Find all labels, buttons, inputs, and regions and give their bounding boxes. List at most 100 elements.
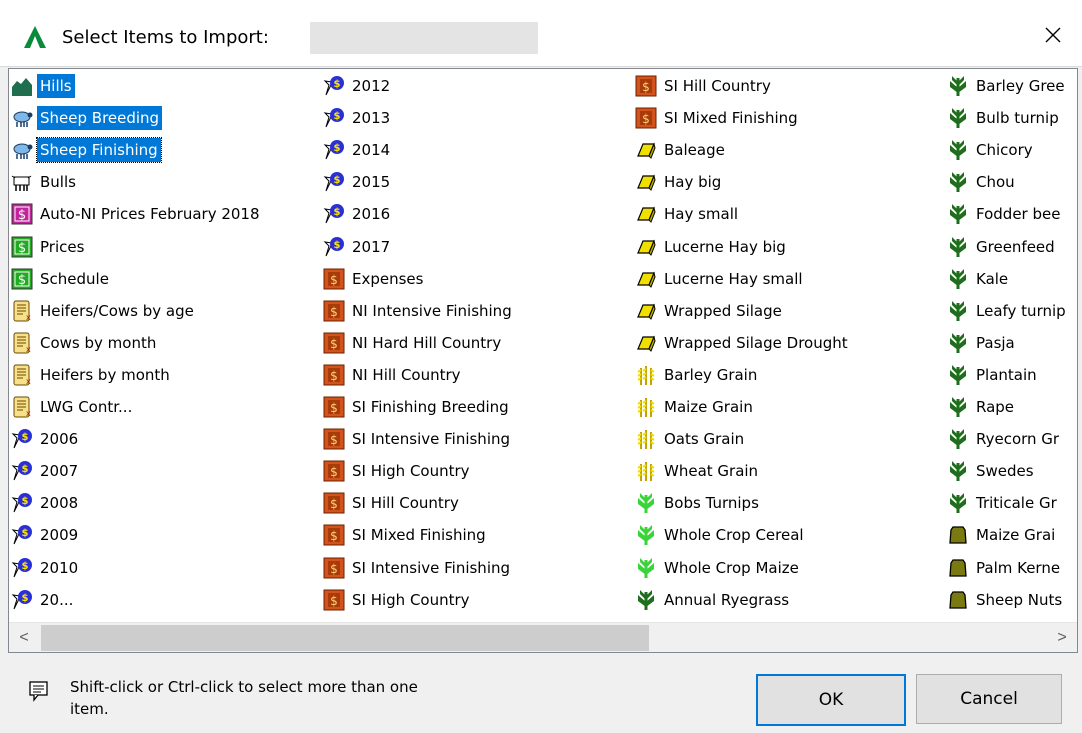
scroll-icon: x: [11, 364, 33, 386]
list-item[interactable]: Wrapped Silage: [635, 298, 785, 324]
list-item[interactable]: Maize Grai: [947, 522, 1058, 548]
list-item-label: 2009: [40, 526, 79, 544]
list-item[interactable]: $ Prices: [11, 234, 87, 260]
list-item-label: Kale: [976, 270, 1009, 288]
list-item[interactable]: $ NI Intensive Finishing: [323, 298, 515, 324]
list-item[interactable]: $ SI High Country: [323, 458, 473, 484]
list-item[interactable]: $ Auto-NI Prices February 2018: [11, 201, 263, 227]
sheep-icon: [11, 139, 33, 161]
expense-book-icon: $: [635, 75, 657, 97]
list-item[interactable]: Barley Gree: [947, 73, 1068, 99]
list-item[interactable]: Ryecorn Gr: [947, 426, 1062, 452]
list-item[interactable]: Maize Grain: [635, 394, 756, 420]
list-item[interactable]: $2008: [11, 490, 81, 516]
list-item[interactable]: Kale: [947, 266, 1011, 292]
list-item[interactable]: Bulls: [11, 169, 79, 195]
list-item[interactable]: x Heifers by month: [11, 362, 173, 388]
list-item-label: NI Intensive Finishing: [352, 302, 512, 320]
list-item[interactable]: Annual Ryegrass: [635, 587, 792, 613]
money-bag-icon: $: [323, 203, 345, 225]
svg-text:$: $: [22, 561, 29, 572]
list-item[interactable]: Palm Kerne: [947, 555, 1063, 581]
list-item[interactable]: Bulb turnip: [947, 105, 1062, 131]
close-button[interactable]: [1030, 14, 1076, 56]
list-item[interactable]: $2013: [323, 105, 393, 131]
list-item[interactable]: Lucerne Hay big: [635, 234, 789, 260]
list-item[interactable]: $2010: [11, 555, 81, 581]
list-item[interactable]: Wheat Grain: [635, 458, 761, 484]
list-item[interactable]: Wrapped Silage Drought: [635, 330, 851, 356]
list-item-label: Expenses: [352, 270, 424, 288]
list-item[interactable]: x Cows by month: [11, 330, 159, 356]
list-item[interactable]: $ SI High Country: [323, 587, 473, 613]
list-item-label: 20...: [40, 591, 74, 609]
list-item-label: Bobs Turnips: [664, 494, 759, 512]
list-item[interactable]: Whole Crop Maize: [635, 555, 802, 581]
list-item[interactable]: Sheep Breeding: [11, 105, 163, 131]
list-item[interactable]: Greenfeed: [947, 234, 1058, 260]
crop-dark-icon: [947, 460, 969, 482]
list-item[interactable]: Fodder bee: [947, 201, 1063, 227]
crop-dark-icon: [947, 492, 969, 514]
cancel-button[interactable]: Cancel: [916, 674, 1062, 724]
list-item[interactable]: $2012: [323, 73, 393, 99]
list-item[interactable]: Pasja: [947, 330, 1018, 356]
list-item[interactable]: Bobs Turnips: [635, 490, 762, 516]
list-item[interactable]: Hills: [11, 73, 75, 99]
list-item[interactable]: Swedes: [947, 458, 1037, 484]
list-item[interactable]: $ SI Finishing Breeding: [323, 394, 512, 420]
list-item[interactable]: x LWG Contr...: [11, 394, 135, 420]
list-item[interactable]: Lucerne Hay small: [635, 266, 806, 292]
list-item-label: Wrapped Silage: [664, 302, 782, 320]
list-item[interactable]: Oats Grain: [635, 426, 747, 452]
list-item[interactable]: $2007: [11, 458, 81, 484]
list-item[interactable]: $2016: [323, 201, 393, 227]
crop-dark-icon: [635, 589, 657, 611]
list-item-label: 2006: [40, 430, 79, 448]
list-item[interactable]: $ SI Intensive Finishing: [323, 555, 513, 581]
list-item[interactable]: Hay small: [635, 201, 741, 227]
list-item[interactable]: Sheep Nuts: [947, 587, 1065, 613]
expense-book-icon: $: [323, 428, 345, 450]
list-item[interactable]: Hay big: [635, 169, 724, 195]
horizontal-scrollbar[interactable]: < >: [9, 622, 1077, 652]
list-item[interactable]: $ NI Hill Country: [323, 362, 464, 388]
list-item[interactable]: $ SI Hill Country: [323, 490, 462, 516]
list-item[interactable]: Plantain: [947, 362, 1040, 388]
list-item[interactable]: Sheep Finishing: [11, 137, 162, 163]
list-item[interactable]: Chicory: [947, 137, 1036, 163]
scroll-right-button[interactable]: >: [1047, 623, 1077, 652]
list-item[interactable]: x Heifers/Cows by age: [11, 298, 197, 324]
list-item[interactable]: $2009: [11, 522, 81, 548]
list-item-label: Swedes: [976, 462, 1034, 480]
list-item[interactable]: $2006: [11, 426, 81, 452]
list-item[interactable]: $2017: [323, 234, 393, 260]
list-item[interactable]: $ SI Mixed Finishing: [323, 522, 489, 548]
list-item[interactable]: $ Schedule: [11, 266, 112, 292]
list-item[interactable]: $ SI Hill Country: [635, 73, 774, 99]
list-item[interactable]: $ SI Mixed Finishing: [635, 105, 801, 131]
list-item[interactable]: Rape: [947, 394, 1017, 420]
list-item[interactable]: $ Expenses: [323, 266, 426, 292]
list-item[interactable]: $2015: [323, 169, 393, 195]
list-item[interactable]: Chou: [947, 169, 1018, 195]
list-item-label: Bulb turnip: [976, 109, 1059, 127]
list-item[interactable]: Barley Grain: [635, 362, 760, 388]
crop-dark-icon: [947, 428, 969, 450]
list-item[interactable]: Baleage: [635, 137, 728, 163]
list-item-label: Heifers by month: [40, 366, 170, 384]
list-item[interactable]: Whole Crop Cereal: [635, 522, 807, 548]
list-item[interactable]: $2014: [323, 137, 393, 163]
hay-bale-icon: [635, 203, 657, 225]
list-item[interactable]: $ NI Hard Hill Country: [323, 330, 504, 356]
svg-text:$: $: [330, 497, 338, 511]
list-item[interactable]: $20...: [11, 587, 76, 613]
scroll-left-button[interactable]: <: [9, 623, 39, 652]
list-item[interactable]: $ SI Intensive Finishing: [323, 426, 513, 452]
list-item[interactable]: Triticale Gr: [947, 490, 1060, 516]
list-item[interactable]: Leafy turnip: [947, 298, 1069, 324]
ok-button[interactable]: OK: [756, 674, 906, 726]
import-items-list[interactable]: Hills Sheep Breeding Sheep Finishing Bulls $…: [8, 68, 1078, 653]
scrollbar-thumb[interactable]: [41, 625, 649, 651]
list-item-label: Hills: [37, 74, 75, 98]
